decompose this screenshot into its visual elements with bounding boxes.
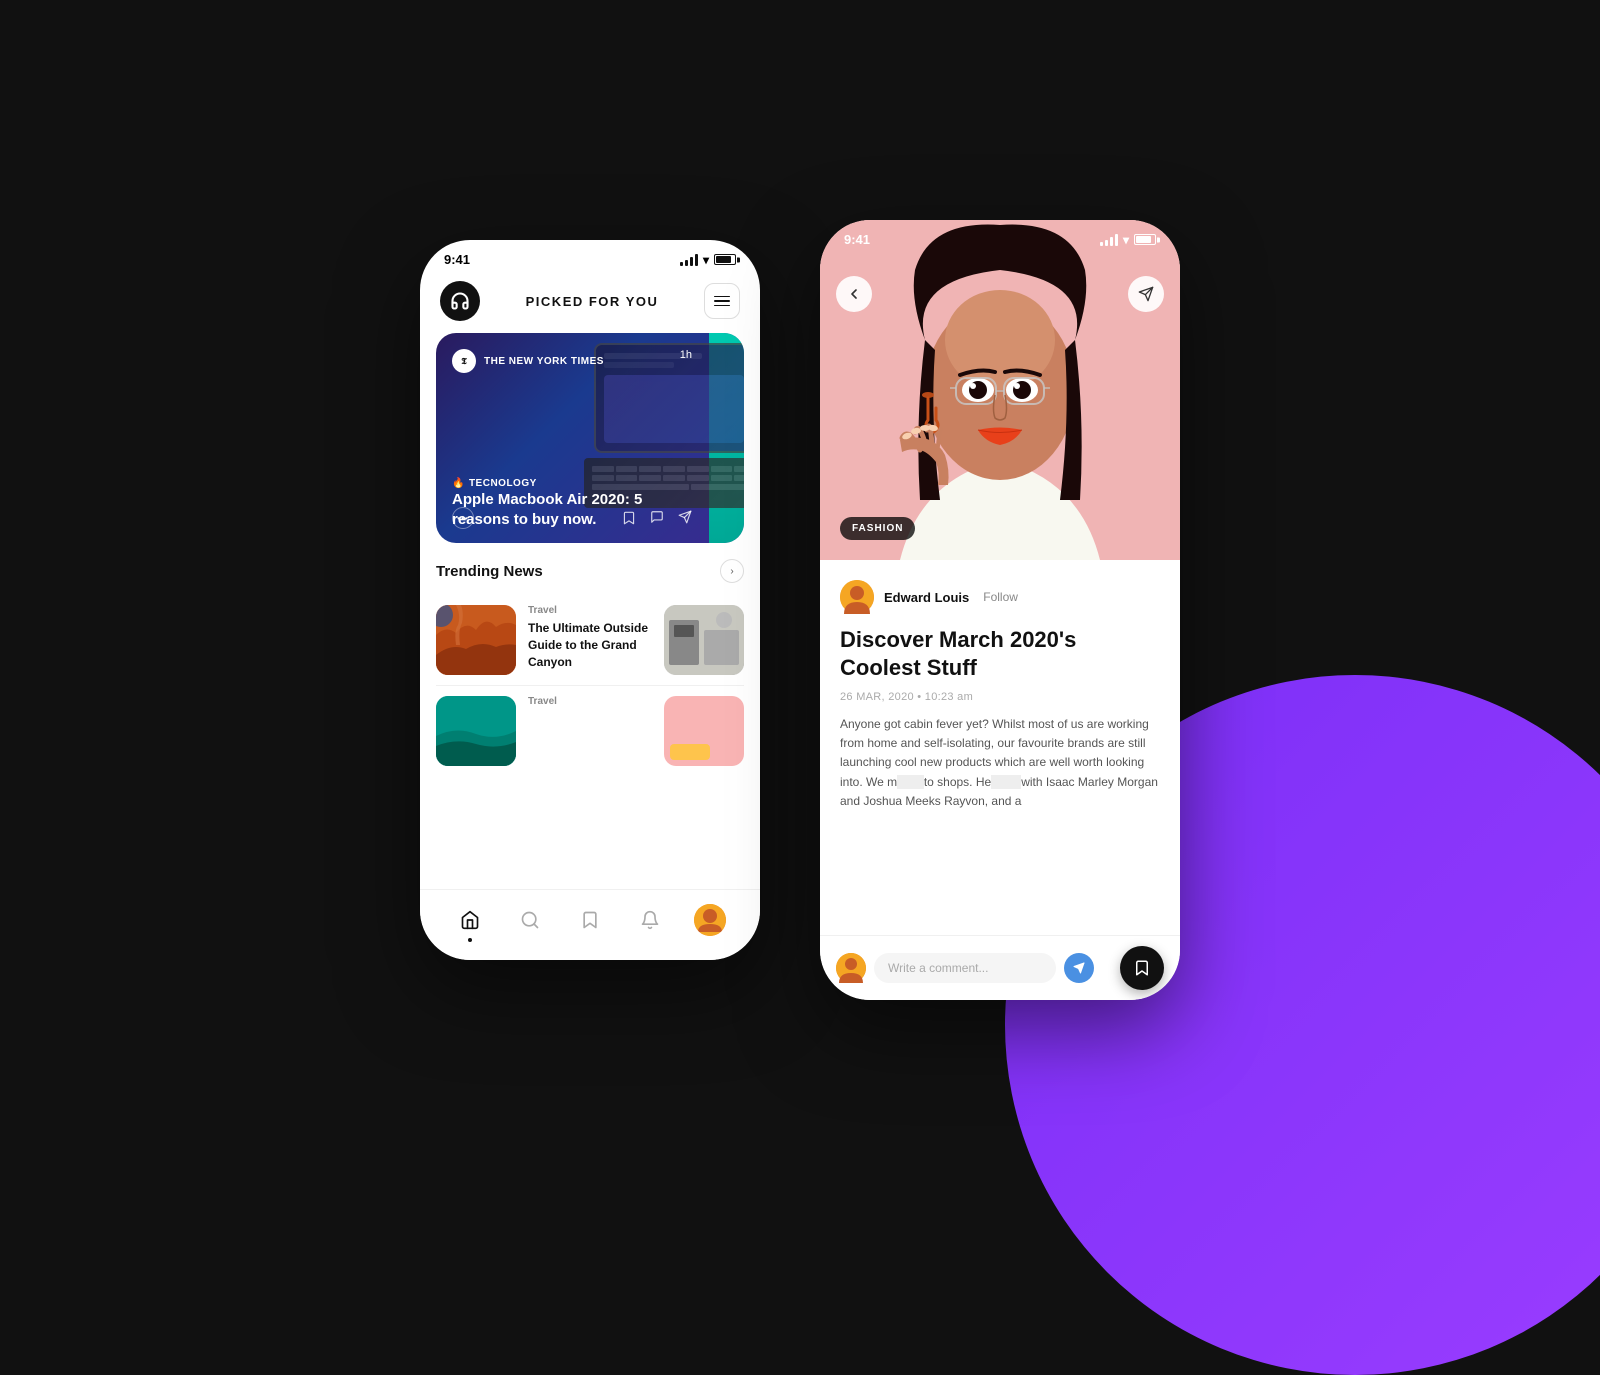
- author-name: Edward Louis: [884, 590, 969, 605]
- nav-profile[interactable]: [690, 900, 730, 940]
- main-news-card[interactable]: 𝕿 THE NEW YORK TIMES 1h 🔥 TECNOLOGY Appl…: [436, 333, 744, 543]
- share-button[interactable]: [1128, 276, 1164, 312]
- profile-avatar: [694, 904, 726, 936]
- source-name: THE NEW YORK TIMES: [484, 356, 604, 367]
- category-emoji: 🔥: [452, 478, 465, 489]
- nyt-logo: 𝕿: [452, 349, 476, 373]
- comment-icon[interactable]: [650, 510, 664, 529]
- battery-icon: [714, 254, 736, 265]
- nav-search[interactable]: [510, 900, 550, 940]
- comment-bar: Write a comment...: [820, 935, 1180, 1000]
- commenter-avatar: [836, 953, 866, 983]
- bookmark-icon[interactable]: [622, 510, 636, 529]
- follow-button[interactable]: Follow: [983, 590, 1018, 604]
- card-source: 𝕿 THE NEW YORK TIMES: [452, 349, 604, 373]
- nav-bookmark[interactable]: [570, 900, 610, 940]
- phone-1: 9:41 ▾: [420, 240, 760, 960]
- nav-notifications[interactable]: [630, 900, 670, 940]
- phone1-time: 9:41: [444, 252, 470, 267]
- wifi-icon: ▾: [703, 253, 709, 267]
- article-hero-image: [820, 220, 1180, 560]
- share-icon[interactable]: [678, 510, 692, 529]
- bookmark-fab-button[interactable]: [1120, 946, 1164, 990]
- news-item-second[interactable]: Travel: [436, 686, 744, 776]
- phone2-status-bar: 9:41 ▾: [820, 220, 1180, 253]
- news-item-content: Travel The Ultimate Outside Guide to the…: [528, 605, 652, 670]
- trending-header: Trending News ›: [436, 559, 744, 583]
- p2-battery-icon: [1134, 234, 1156, 245]
- ocean-image: [436, 696, 516, 766]
- trending-title: Trending News: [436, 563, 543, 580]
- fashion-label: FASHION: [852, 523, 903, 534]
- comment-input[interactable]: Write a comment...: [874, 953, 1056, 983]
- fashion-badge: FASHION: [840, 517, 915, 540]
- p2-signal-icon: [1100, 234, 1118, 246]
- phones-container: 9:41 ▾: [420, 200, 1180, 1000]
- pink-card-partial: [664, 696, 744, 766]
- news-headline: The Ultimate Outside Guide to the Grand …: [528, 620, 652, 670]
- author-avatar: [840, 580, 874, 614]
- header-title: PICKED FOR YOU: [526, 294, 659, 309]
- app-logo: [440, 281, 480, 321]
- phone1-header: PICKED FOR YOU: [420, 273, 760, 333]
- news-item-2-category: Travel: [528, 696, 652, 707]
- card-actions: [622, 510, 692, 529]
- article-title: Discover March 2020's Coolest Stuff: [840, 626, 1160, 681]
- news-category: Travel: [528, 605, 652, 616]
- signal-icon: [680, 254, 698, 266]
- phone-2: 9:41 ▾: [820, 220, 1180, 1000]
- trending-arrow-button[interactable]: ›: [720, 559, 744, 583]
- p2-wifi-icon: ▾: [1123, 233, 1129, 247]
- card-category: 🔥 TECNOLOGY: [452, 478, 537, 489]
- menu-button[interactable]: [704, 283, 740, 319]
- canyon-image: [436, 605, 516, 675]
- article-hero: 9:41 ▾: [820, 220, 1180, 560]
- news-thumbnail-canyon: [436, 605, 516, 675]
- card-dots-menu[interactable]: •••: [452, 507, 474, 529]
- news-item[interactable]: Travel The Ultimate Outside Guide to the…: [436, 595, 744, 686]
- author-row: Edward Louis Follow: [840, 580, 1160, 614]
- article-content: Edward Louis Follow Discover March 2020'…: [820, 560, 1180, 935]
- article-body: Anyone got cabin fever yet? Whilst most …: [840, 715, 1160, 935]
- nav-home[interactable]: [450, 900, 490, 940]
- news-item-2-content: Travel: [528, 696, 652, 711]
- category-label: TECNOLOGY: [469, 478, 537, 489]
- send-button[interactable]: [1064, 953, 1094, 983]
- news-thumb-2: [664, 605, 744, 675]
- phone1-status-icons: ▾: [680, 253, 736, 267]
- trending-section: Trending News ›: [420, 543, 760, 889]
- news-list: Travel The Ultimate Outside Guide to the…: [436, 595, 744, 776]
- phone1-status-bar: 9:41 ▾: [420, 240, 760, 273]
- bottom-nav: [420, 889, 760, 960]
- back-button[interactable]: [836, 276, 872, 312]
- card-time: 1h: [680, 349, 692, 361]
- phone2-time: 9:41: [844, 232, 870, 247]
- dots-icon: •••: [452, 507, 474, 529]
- article-date: 26 MAR, 2020 • 10:23 am: [840, 691, 1160, 703]
- news-thumbnail-ocean: [436, 696, 516, 766]
- phone2-status-icons: ▾: [1100, 233, 1156, 247]
